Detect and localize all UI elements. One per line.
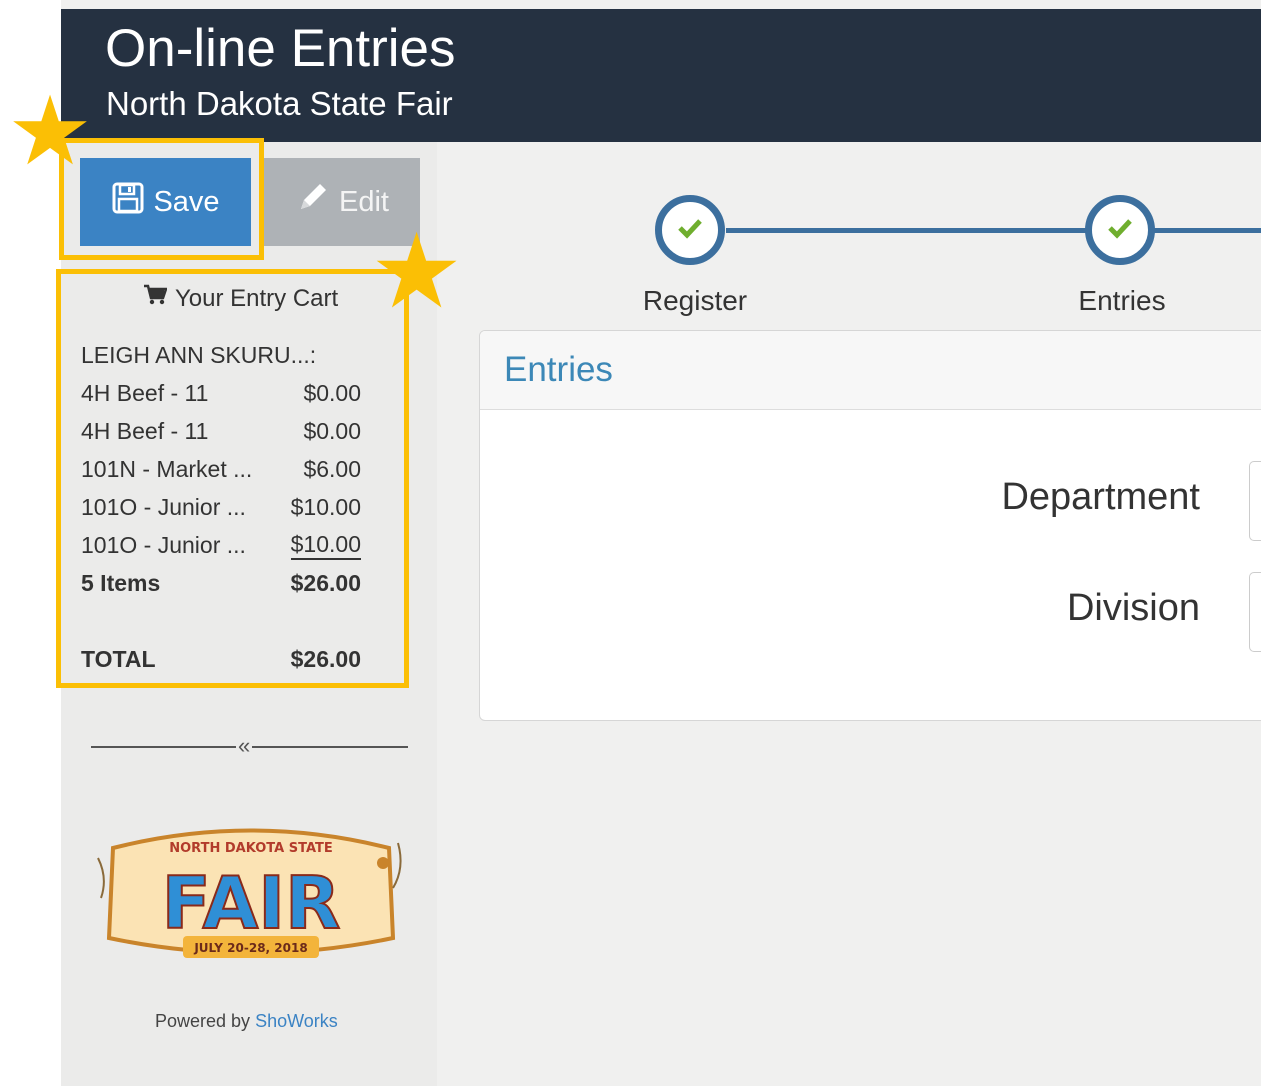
cart-item-price: $0.00 (303, 379, 361, 406)
cart-item-name: 101O - Junior ... (81, 531, 246, 558)
powered-by-prefix: Powered by (155, 1011, 251, 1031)
cart-item-price: $10.00 (290, 531, 361, 560)
checkmark-icon (677, 217, 703, 244)
checkmark-icon (1107, 217, 1133, 244)
cart-header-label: Your Entry Cart (175, 284, 339, 312)
collapse-chevron-icon[interactable]: « (236, 733, 253, 759)
step-connector (726, 228, 1086, 233)
powered-by: Powered by ShoWorks (155, 1011, 338, 1032)
cart-item: 4H Beef - 11 $0.00 (81, 375, 361, 411)
shopping-cart-icon (143, 284, 168, 313)
department-label: Department (1001, 476, 1200, 518)
star-icon: ★ (370, 214, 464, 330)
cart-item: 101O - Junior ... $10.00 (81, 489, 361, 525)
cart-item-name: 4H Beef - 11 (81, 379, 209, 406)
department-select[interactable] (1249, 461, 1261, 541)
cart-item-price: $0.00 (303, 417, 361, 444)
cart-item: 4H Beef - 11 $0.00 (81, 413, 361, 449)
cart-item: 101N - Market ... $6.00 (81, 451, 361, 487)
cart-subtotal-label: 5 Items (81, 569, 161, 596)
showorks-link[interactable]: ShoWorks (255, 1011, 338, 1031)
entries-panel-title: Entries (480, 331, 1261, 410)
page-subtitle: North Dakota State Fair (106, 85, 453, 122)
fair-logo: NORTH DAKOTA STATE FAIR JULY 20-28, 2018 (93, 818, 409, 980)
cart-item-price: $10.00 (290, 493, 361, 520)
cart-owner-name: LEIGH ANN SKURU...: (81, 342, 317, 368)
cart-item: 101O - Junior ... $10.00 (81, 527, 361, 563)
cart-item-name: 101N - Market ... (81, 455, 253, 482)
cart-subtotal-value: $26.00 (290, 569, 361, 596)
division-select[interactable] (1249, 572, 1261, 652)
pencil-icon (293, 179, 331, 225)
division-label: Division (1066, 587, 1200, 629)
cart-total-value: $26.00 (290, 645, 361, 672)
cart-item-price: $6.00 (303, 455, 361, 482)
step-entries-circle[interactable] (1085, 195, 1155, 265)
cart-item-name: 101O - Junior ... (81, 493, 246, 520)
page-header: On-line Entries North Dakota State Fair (61, 9, 1261, 142)
step-connector (1154, 228, 1261, 233)
star-icon: ★ (7, 78, 94, 185)
cart-item-name: 4H Beef - 11 (81, 417, 209, 444)
cart-header: Your Entry Cart (143, 284, 338, 313)
cart-total-label: TOTAL (81, 645, 156, 672)
step-register-circle[interactable] (655, 195, 725, 265)
page-title: On-line Entries (105, 19, 456, 78)
logo-main-text: FAIR (162, 861, 341, 945)
cart-subtotal: 5 Items $26.00 (81, 565, 361, 601)
logo-top-text: NORTH DAKOTA STATE (169, 841, 333, 856)
step-register-label: Register (642, 285, 748, 316)
step-entries-label: Entries (1078, 285, 1166, 316)
cart-total: TOTAL $26.00 (81, 641, 361, 677)
logo-date-text: JULY 20-28, 2018 (193, 941, 307, 955)
entries-panel: Entries (479, 330, 1261, 721)
